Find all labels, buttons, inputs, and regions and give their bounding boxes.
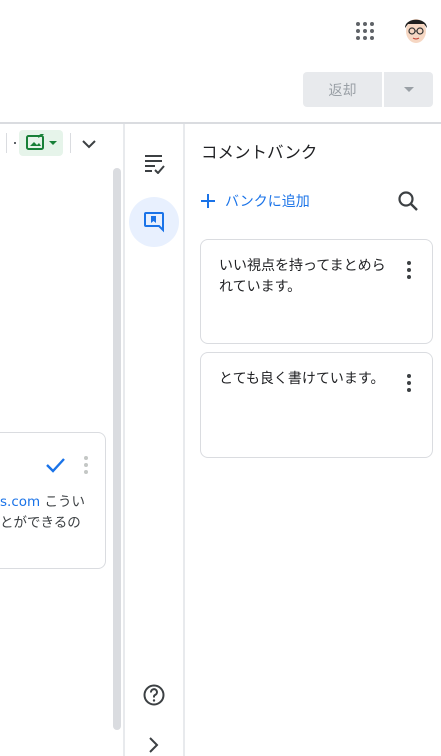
bank-comment-text: とても良く書けています。: [219, 371, 385, 387]
add-to-bank-label: バンクに追加: [225, 194, 310, 210]
help-icon[interactable]: [143, 684, 165, 706]
comment-link[interactable]: s.com: [0, 494, 40, 510]
rail-divider: [123, 124, 125, 756]
comment-text: s.com こうい とができるの: [0, 494, 85, 531]
document-scrollbar[interactable]: [113, 168, 121, 730]
header-divider: [0, 122, 441, 124]
toolbar-dot: [14, 142, 16, 144]
dropdown-arrow-icon: [48, 141, 57, 145]
plus-icon: [201, 194, 215, 208]
avatar[interactable]: [402, 14, 430, 44]
more-vert-icon[interactable]: [82, 455, 90, 475]
return-options-button[interactable]: [384, 72, 433, 107]
chevron-down-icon[interactable]: [79, 134, 99, 154]
return-button-label: 返却: [328, 82, 357, 99]
insert-image-icon: [25, 134, 44, 150]
comment-bank-icon: [144, 212, 164, 233]
list-check-icon[interactable]: [143, 152, 165, 174]
panel-title: コメントバンク: [201, 143, 318, 162]
dropdown-arrow-icon: [403, 86, 414, 92]
more-vert-icon[interactable]: [406, 260, 412, 280]
add-to-bank-button[interactable]: バンクに追加: [199, 189, 310, 213]
toolbar-divider: [70, 133, 71, 153]
search-icon[interactable]: [397, 190, 419, 212]
bank-comment-card[interactable]: いい視点を持ってまとめられています。: [200, 239, 433, 344]
return-button[interactable]: 返却: [303, 72, 382, 107]
insert-image-button[interactable]: [19, 130, 63, 156]
more-vert-icon[interactable]: [406, 373, 412, 393]
panel-divider: [183, 124, 185, 756]
bank-comment-card[interactable]: とても良く書けています。: [200, 352, 433, 458]
expand-icon[interactable]: [145, 735, 163, 755]
bank-comment-text: いい視点を持ってまとめられています。: [219, 258, 386, 295]
check-icon[interactable]: [44, 454, 66, 476]
apps-grid-icon[interactable]: [355, 21, 375, 41]
toolbar-divider: [6, 133, 7, 153]
